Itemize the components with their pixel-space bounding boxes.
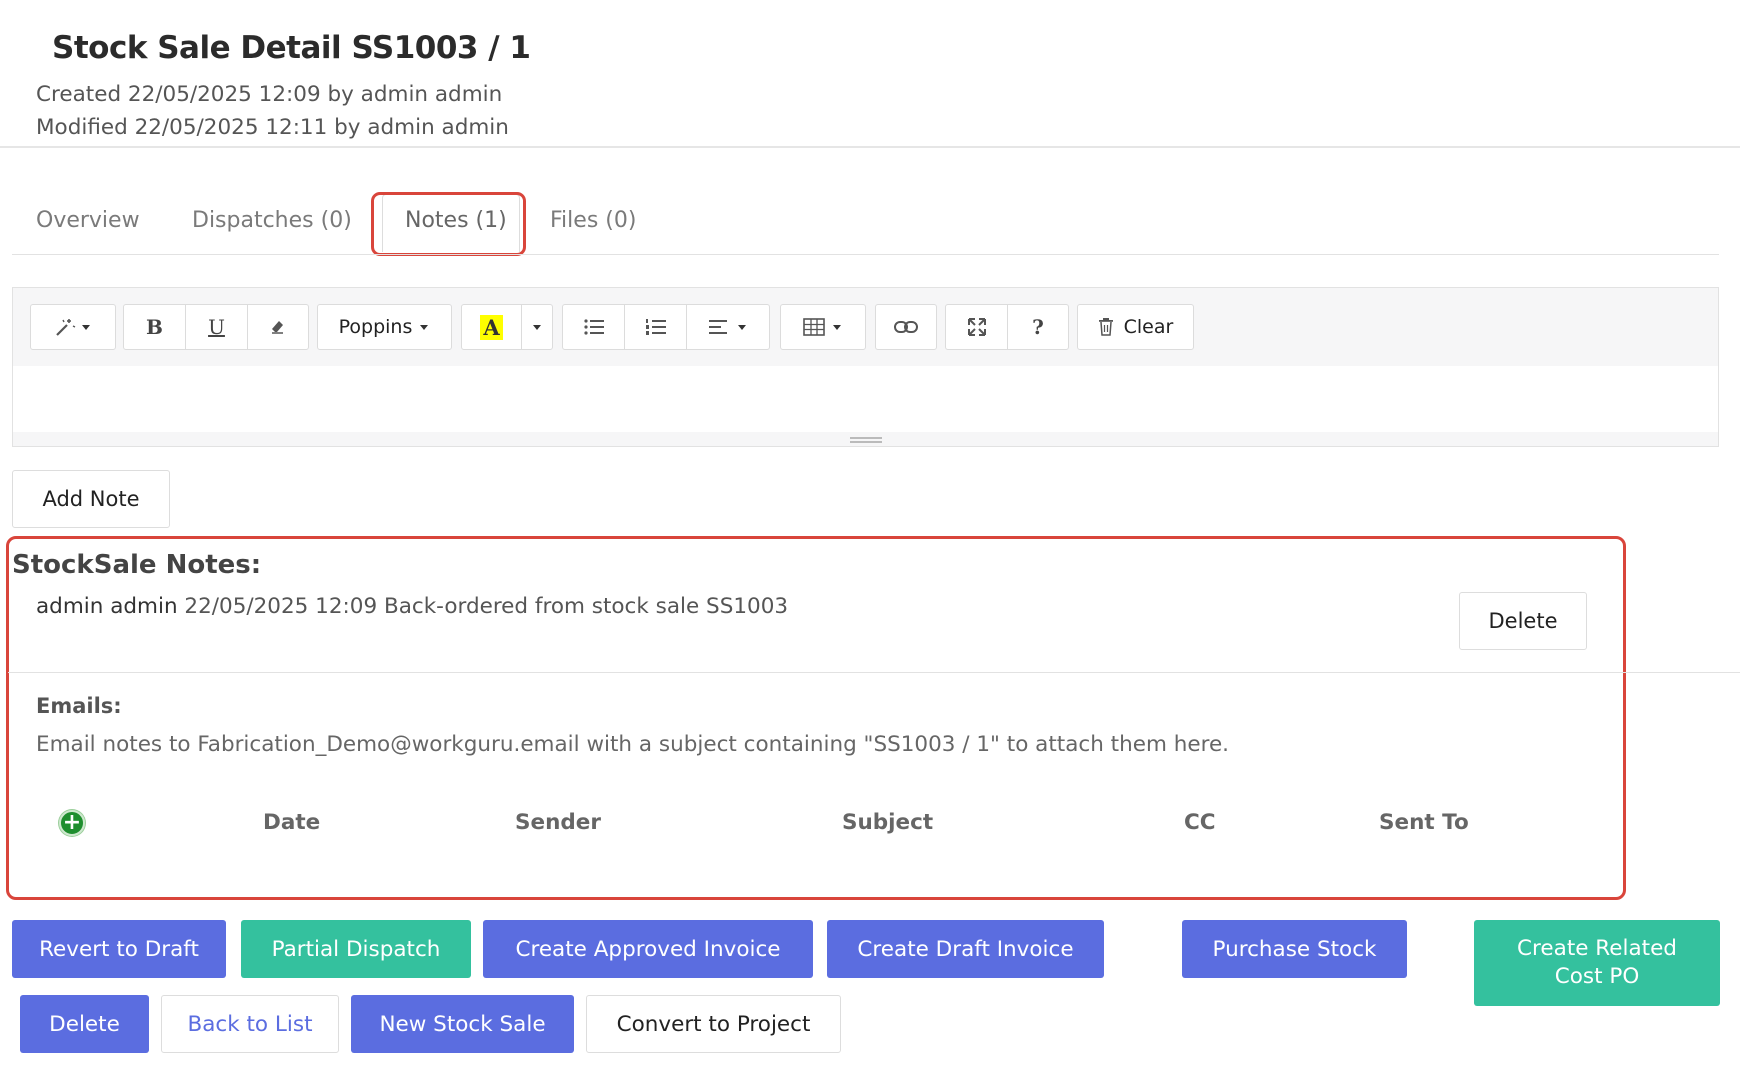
table-dropdown[interactable]: [781, 305, 865, 349]
tabs-divider: [12, 254, 1719, 255]
align-dropdown[interactable]: [687, 305, 769, 349]
font-family-value: Poppins: [338, 316, 413, 338]
table-icon: [803, 318, 825, 336]
note-content: 22/05/2025 12:09 Back-ordered from stock…: [184, 594, 789, 619]
caret-down-icon: [82, 325, 90, 330]
new-stock-sale-button[interactable]: New Stock Sale: [351, 995, 574, 1053]
col-sender[interactable]: Sender: [515, 810, 601, 835]
resize-grip-icon[interactable]: [850, 437, 882, 443]
clear-button[interactable]: Clear: [1078, 305, 1193, 349]
font-family-dropdown[interactable]: Poppins: [318, 305, 451, 349]
tab-dispatches[interactable]: Dispatches (0): [192, 208, 352, 233]
bullet-list-button[interactable]: [563, 305, 625, 349]
emails-info: Email notes to Fabrication_Demo@workguru…: [36, 732, 1230, 757]
create-draft-invoice-button[interactable]: Create Draft Invoice: [827, 920, 1104, 978]
page-title: Stock Sale Detail SS1003 / 1: [52, 30, 531, 66]
note-item: admin admin 22/05/2025 12:09 Back-ordere…: [36, 594, 788, 619]
text-color-button[interactable]: A: [462, 305, 522, 349]
bold-button[interactable]: B: [124, 305, 186, 349]
numbered-list-button[interactable]: [625, 305, 687, 349]
back-to-list-link[interactable]: Back to List: [161, 995, 339, 1053]
delete-note-button[interactable]: Delete: [1459, 592, 1587, 650]
magic-wand-icon: [56, 319, 76, 336]
revert-to-draft-button[interactable]: Revert to Draft: [12, 920, 226, 978]
notes-divider: [8, 672, 1740, 673]
highlight-a-icon: A: [480, 314, 503, 340]
create-related-cost-po-button[interactable]: Create Related Cost PO: [1474, 920, 1720, 1006]
caret-down-icon: [420, 325, 429, 330]
bullet-list-icon: [583, 319, 604, 335]
tab-highlight-outline: [371, 192, 526, 256]
link-button[interactable]: [876, 305, 936, 349]
underline-button[interactable]: U: [186, 305, 248, 349]
tab-overview[interactable]: Overview: [36, 208, 140, 233]
purchase-stock-button[interactable]: Purchase Stock: [1182, 920, 1407, 978]
emails-label: Emails:: [36, 694, 122, 718]
clear-group: Clear: [1077, 304, 1194, 350]
trash-icon: [1098, 318, 1113, 336]
delete-button[interactable]: Delete: [20, 995, 149, 1053]
col-date[interactable]: Date: [263, 810, 320, 835]
col-cc[interactable]: CC: [1184, 810, 1216, 835]
link-icon: [894, 321, 918, 333]
caret-down-icon: [738, 325, 746, 330]
col-sent-to[interactable]: Sent To: [1379, 810, 1469, 835]
caret-down-icon: [533, 325, 541, 330]
add-note-button[interactable]: Add Note: [12, 470, 170, 528]
font-style-group: B U: [123, 304, 309, 350]
style-group: [30, 304, 116, 350]
caret-down-icon: [833, 325, 841, 330]
partial-dispatch-button[interactable]: Partial Dispatch: [241, 920, 471, 978]
table-group: [780, 304, 866, 350]
add-email-icon[interactable]: +: [59, 810, 85, 836]
create-approved-invoice-button[interactable]: Create Approved Invoice: [483, 920, 813, 978]
font-family-group: Poppins: [317, 304, 452, 350]
fullscreen-icon: [967, 318, 986, 336]
note-author: admin admin: [36, 594, 178, 619]
created-info: Created 22/05/2025 12:09 by admin admin: [36, 82, 503, 107]
eraser-icon: [272, 321, 283, 334]
modified-info: Modified 22/05/2025 12:11 by admin admin: [36, 115, 509, 140]
view-group: ?: [945, 304, 1069, 350]
header-divider: [0, 146, 1740, 148]
help-button[interactable]: ?: [1008, 305, 1068, 349]
color-group: A: [461, 304, 553, 350]
notes-heading: StockSale Notes:: [12, 550, 262, 580]
paragraph-group: [562, 304, 770, 350]
align-left-icon: [709, 320, 727, 334]
color-picker-dropdown[interactable]: [522, 305, 552, 349]
col-subject[interactable]: Subject: [842, 810, 933, 835]
numbered-list-icon: [645, 319, 666, 335]
convert-to-project-button[interactable]: Convert to Project: [586, 995, 841, 1053]
tab-files[interactable]: Files (0): [550, 208, 636, 233]
eraser-button[interactable]: [248, 305, 308, 349]
link-group: [875, 304, 937, 350]
clear-label: Clear: [1123, 316, 1174, 338]
magic-style-button[interactable]: [31, 305, 115, 349]
fullscreen-button[interactable]: [946, 305, 1008, 349]
notes-highlight-outline: [6, 536, 1626, 900]
